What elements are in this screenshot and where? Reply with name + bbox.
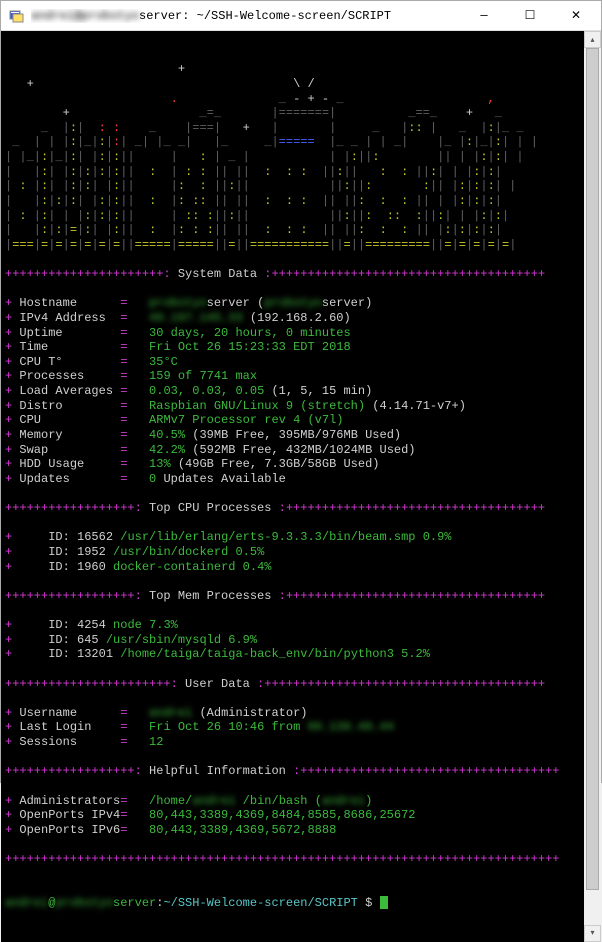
scroll-thumb[interactable] [586,48,599,890]
top-cpu-row: + ID: 1952 /usr/bin/dockerd 0.5% [5,545,580,560]
scroll-up-button[interactable]: ▴ [584,31,601,48]
terminal-body: + + \ / . _ - + - _ , [1,31,601,942]
terminal-window: andrei@probstyoserver: ~/SSH-Welcome-scr… [0,0,602,783]
section-top-cpu: ++++++++++++++++++: Top CPU Processes :+… [5,501,580,516]
section-helpful: ++++++++++++++++++: Helpful Information … [5,764,580,779]
scroll-down-button[interactable]: ▾ [584,925,601,942]
user-row-sessions: + Sessions = 12 [5,735,580,750]
user-row-last-login: + Last Login = Fri Oct 26 10:46 from 99.… [5,720,580,735]
top-mem-row: + ID: 645 /usr/sbin/mysqld 6.9% [5,633,580,648]
sys-row-hostname: + Hostname = probstyoserver (probstyoser… [5,296,580,311]
close-button[interactable]: ✕ [553,1,599,31]
putty-icon [9,8,25,24]
sys-row-processes: + Processes = 159 of 7741 max [5,369,580,384]
sys-row-uptime: + Uptime = 30 days, 20 hours, 0 minutes [5,326,580,341]
section-user-data: +++++++++++++++++++++++: User Data :++++… [5,677,580,692]
scroll-track[interactable] [584,48,601,925]
sys-row-distro: + Distro = Raspbian GNU/Linux 9 (stretch… [5,399,580,414]
titlebar[interactable]: andrei@probstyoserver: ~/SSH-Welcome-scr… [1,1,601,31]
help-row-administrators: + Administrators= /home/andrei /bin/bash… [5,794,580,809]
terminal-output[interactable]: + + \ / . _ - + - _ , [1,31,584,942]
sys-row-cpu: + CPU = ARMv7 Processor rev 4 (v7l) [5,413,580,428]
window-controls: ─ ☐ ✕ [461,1,599,31]
sys-row-cpu-t-: + CPU T° = 35°C [5,355,580,370]
top-mem-row: + ID: 13201 /home/taiga/taiga-back_env/b… [5,647,580,662]
top-mem-row: + ID: 4254 node 7.3% [5,618,580,633]
minimize-button[interactable]: ─ [461,1,507,31]
top-cpu-row: + ID: 16562 /usr/lib/erlang/erts-9.3.3.3… [5,530,580,545]
section-system-data: ++++++++++++++++++++++: System Data :+++… [5,267,580,282]
sys-row-time: + Time = Fri Oct 26 15:23:33 EDT 2018 [5,340,580,355]
sys-row-swap: + Swap = 42.2% (592MB Free, 432MB/1024MB… [5,443,580,458]
sys-row-load-averages: + Load Averages = 0.03, 0.03, 0.05 (1, 5… [5,384,580,399]
help-row-openports-ipv4: + OpenPorts IPv4= 80,443,3389,4369,8484,… [5,808,580,823]
user-row-username: + Username = andrei (Administrator) [5,706,580,721]
section-top-mem: ++++++++++++++++++: Top Mem Processes :+… [5,589,580,604]
maximize-button[interactable]: ☐ [507,1,553,31]
sys-row-ipv4-address: + IPv4 Address = 49.197.145.33 (192.168.… [5,311,580,326]
sys-row-hdd-usage: + HDD Usage = 13% (49GB Free, 7.3GB/58GB… [5,457,580,472]
cursor-block [380,896,388,909]
top-cpu-row: + ID: 1960 docker-containerd 0.4% [5,560,580,575]
window-title: andrei@probstyoserver: ~/SSH-Welcome-scr… [31,9,461,23]
vertical-scrollbar[interactable]: ▴ ▾ [584,31,601,942]
shell-prompt[interactable]: andrei@probstyoserver:~/SSH-Welcome-scre… [5,896,580,911]
sys-row-updates: + Updates = 0 Updates Available [5,472,580,487]
help-row-openports-ipv6: + OpenPorts IPv6= 80,443,3389,4369,5672,… [5,823,580,838]
sys-row-memory: + Memory = 40.5% (39MB Free, 395MB/976MB… [5,428,580,443]
